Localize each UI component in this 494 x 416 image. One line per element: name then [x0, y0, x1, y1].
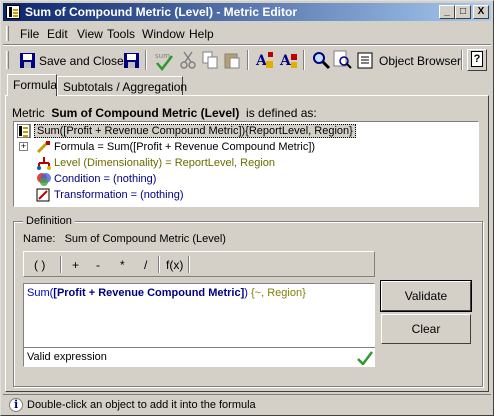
menu-file[interactable]: File [20, 27, 39, 41]
operator-separator [188, 256, 190, 273]
toolbar: Save and Close sum A A Object Browser ? [3, 46, 491, 74]
function-button[interactable]: f(x) [166, 258, 183, 272]
status-bar: Double-click an object to add it into th… [3, 394, 491, 414]
transformation-icon [36, 188, 50, 202]
tree-item-formula[interactable]: + Formula = Sum([Profit + Revenue Compou… [14, 139, 474, 155]
expr-level: {~, Region} [247, 287, 306, 299]
tree-root-label: Sum([Profit + Revenue Compound Metric]){… [34, 124, 356, 138]
save-icon[interactable] [123, 50, 141, 72]
help-icon: ? [471, 51, 483, 67]
menu-bar: File Edit View Tools Window Help [3, 24, 491, 43]
minus-button[interactable]: - [96, 258, 100, 272]
menu-edit[interactable]: Edit [47, 27, 68, 41]
object-browser-button[interactable]: Object Browser [357, 50, 461, 72]
multiply-button[interactable]: * [120, 258, 125, 272]
tree-item-level-label: Level (Dimensionality) = ReportLevel, Re… [54, 157, 276, 169]
menu-tools[interactable]: Tools [107, 27, 135, 41]
toolbar-separator [461, 50, 463, 70]
tree-item-transformation[interactable]: Transformation = (nothing) [14, 187, 474, 203]
metric-name-label: Name: [23, 233, 56, 245]
tree-item-transformation-label: Transformation = (nothing) [54, 189, 184, 201]
help-button[interactable]: ? [467, 49, 487, 71]
svg-text:A: A [279, 53, 292, 69]
preview-icon[interactable] [333, 50, 353, 72]
metric-icon [17, 124, 31, 138]
definition-group-label: Definition [23, 215, 75, 227]
plus-button[interactable]: + [72, 258, 79, 272]
clear-button[interactable]: Clear [381, 314, 471, 344]
tree-item-formula-label: Formula = Sum([Profit + Revenue Compound… [54, 141, 316, 153]
close-button[interactable]: X [473, 5, 489, 19]
level-dimensionality-icon [37, 157, 51, 170]
menu-help[interactable]: Help [189, 27, 214, 41]
expr-metric: [Profit + Revenue Compound Metric] [53, 287, 245, 299]
zoom-search-icon[interactable] [311, 50, 331, 72]
tree-item-condition-label: Condition = (nothing) [54, 173, 157, 185]
svg-text:sum: sum [155, 52, 170, 60]
metric-caption-name: Sum of Compound Metric (Level) [51, 106, 240, 120]
formula-icon [36, 140, 50, 154]
floppy-disk-icon [20, 53, 35, 68]
minimize-button[interactable]: _ [439, 5, 455, 19]
maximize-button[interactable]: □ [455, 5, 471, 19]
metric-caption-suffix: is defined as: [246, 106, 317, 120]
metric-name-line: Name: Sum of Compound Metric (Level) [23, 233, 226, 245]
find-replace-icon[interactable]: A [255, 50, 275, 72]
operator-separator [158, 256, 160, 273]
validate-sum-icon[interactable]: sum [153, 50, 175, 72]
divide-button[interactable]: / [144, 258, 147, 272]
parentheses-button[interactable]: ( ) [34, 258, 45, 272]
metric-definition-caption: Metric Sum of Compound Metric (Level) is… [12, 106, 317, 120]
operator-separator [60, 256, 62, 273]
toolbar-separator [247, 50, 249, 70]
copy-icon[interactable] [201, 50, 219, 72]
valid-check-icon [357, 351, 373, 365]
toolbar-separator [303, 50, 305, 70]
menu-view[interactable]: View [77, 27, 103, 41]
save-and-close-label: Save and Close [39, 54, 124, 68]
expr-prefix: Sum( [27, 287, 54, 299]
tab-subtotals-aggregation[interactable]: Subtotals / Aggregation [57, 76, 187, 95]
rename-icon[interactable]: A [279, 50, 299, 72]
paste-icon[interactable] [223, 50, 241, 72]
operator-toolbar: ( ) + - * / f(x) [23, 251, 375, 277]
toolbar-separator [145, 50, 147, 70]
metric-editor-app-icon[interactable] [6, 5, 20, 19]
tree-item-level[interactable]: Level (Dimensionality) = ReportLevel, Re… [14, 155, 474, 171]
tree-root-row[interactable]: Sum([Profit + Revenue Compound Metric]){… [14, 123, 474, 139]
tab-formula[interactable]: Formula [7, 74, 57, 96]
validation-status-text: Valid expression [27, 351, 107, 363]
metric-editor-window: Sum of Compound Metric (Level) - Metric … [0, 0, 494, 416]
window-title: Sum of Compound Metric (Level) - Metric … [25, 5, 298, 19]
condition-icon [37, 173, 51, 186]
tree-item-condition[interactable]: Condition = (nothing) [14, 171, 474, 187]
metric-definition-tree[interactable]: Sum([Profit + Revenue Compound Metric]){… [13, 121, 479, 207]
title-bar[interactable]: Sum of Compound Metric (Level) - Metric … [3, 3, 491, 21]
object-browser-icon [357, 52, 373, 69]
cut-icon[interactable] [179, 50, 197, 72]
validate-button[interactable]: Validate [380, 280, 472, 312]
validation-status: Valid expression [23, 347, 375, 367]
metric-name-value: Sum of Compound Metric (Level) [64, 233, 226, 245]
metric-caption-prefix: Metric [12, 106, 45, 120]
menu-window[interactable]: Window [142, 27, 185, 41]
save-and-close-button[interactable]: Save and Close [17, 50, 129, 72]
expand-icon[interactable]: + [19, 142, 28, 151]
status-hint: Double-click an object to add it into th… [27, 399, 256, 411]
info-icon [9, 398, 23, 412]
toolbar-grip[interactable] [6, 51, 9, 69]
menu-grip[interactable] [6, 26, 9, 41]
object-browser-label: Object Browser [379, 54, 462, 68]
